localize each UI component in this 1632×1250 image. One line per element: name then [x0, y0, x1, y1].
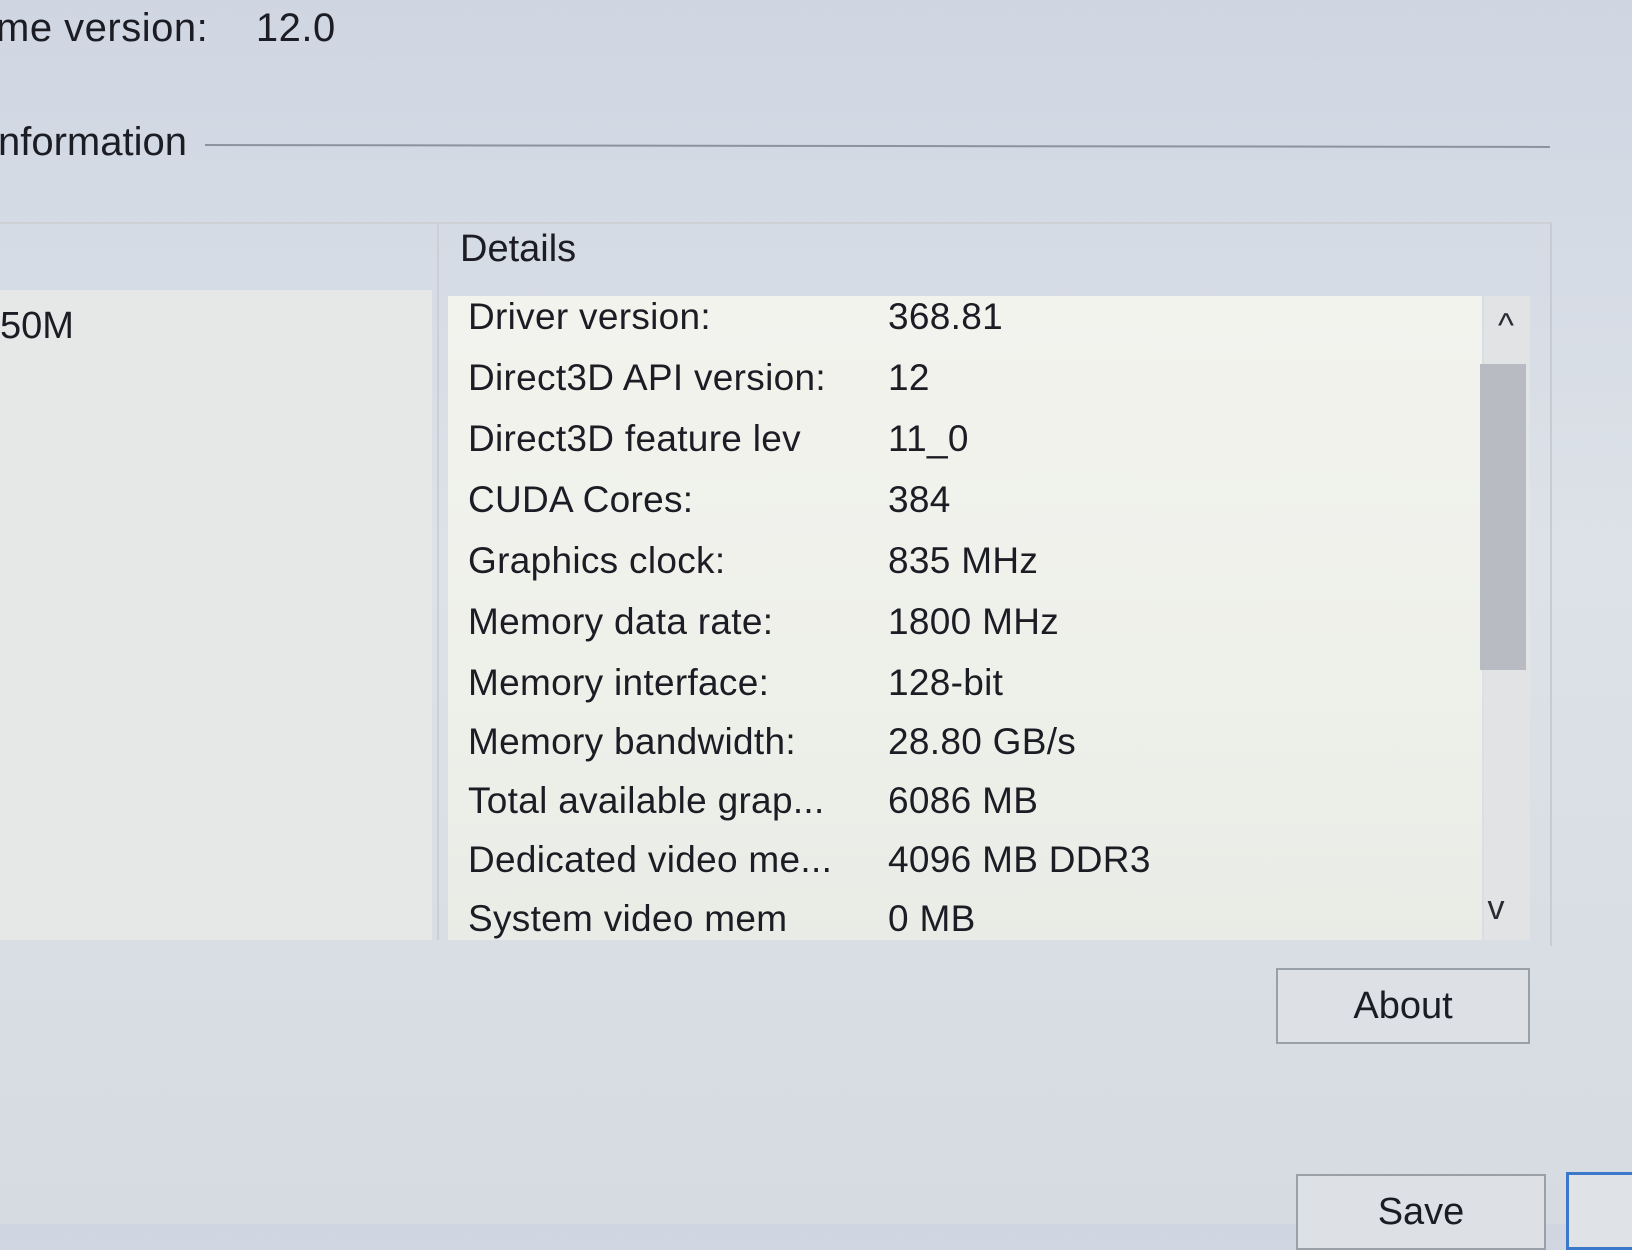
- detail-row-dedicated-video-memory: Dedicated video me... 4096 MB DDR3: [468, 839, 1468, 899]
- detail-value: 128-bit: [888, 662, 1004, 703]
- gpu-list[interactable]: [0, 290, 432, 940]
- detail-value: 6086 MB: [888, 780, 1039, 821]
- detail-value: 4096 MB DDR3: [888, 839, 1151, 880]
- detail-row-total-available-graphics-memory: Total available grap... 6086 MB: [468, 780, 1468, 840]
- detail-row-driver-version: Driver version: 368.81: [468, 296, 1468, 356]
- chevron-down-icon[interactable]: v: [1478, 888, 1514, 928]
- runtime-version-label: me version:: [0, 6, 209, 50]
- default-button[interactable]: [1566, 1172, 1632, 1250]
- detail-row-cuda-cores: CUDA Cores: 384: [468, 479, 1468, 539]
- section-title: nformation: [0, 120, 187, 164]
- detail-key: CUDA Cores:: [468, 479, 694, 520]
- detail-row-memory-interface: Memory interface: 128-bit: [468, 662, 1468, 722]
- details-header: Details: [460, 228, 577, 270]
- chevron-up-icon[interactable]: ^: [1488, 306, 1524, 346]
- detail-key: Direct3D API version:: [468, 357, 826, 398]
- detail-value: 368.81: [888, 296, 1003, 337]
- save-button[interactable]: Save: [1296, 1174, 1546, 1250]
- detail-value: 1800 MHz: [888, 601, 1060, 642]
- scrollbar-thumb[interactable]: [1480, 364, 1526, 670]
- detail-key: Memory interface:: [468, 662, 770, 703]
- section-divider: [204, 144, 1551, 148]
- detail-value: 835 MHz: [888, 540, 1039, 581]
- runtime-version: me version: 12.0: [0, 6, 336, 51]
- detail-key: Dedicated video me...: [468, 839, 833, 880]
- detail-key: Graphics clock:: [468, 540, 726, 581]
- detail-row-graphics-clock: Graphics clock: 835 MHz: [468, 540, 1468, 600]
- detail-value: 12: [888, 357, 930, 398]
- detail-row-direct3d-feature-level: Direct3D feature lev 11_0: [468, 418, 1468, 478]
- detail-row-direct3d-api-version: Direct3D API version: 12: [468, 357, 1468, 417]
- detail-key: Memory bandwidth:: [468, 721, 796, 762]
- detail-value: 0 MB: [888, 898, 976, 939]
- details-list[interactable]: Driver version: 368.81 Direct3D API vers…: [448, 296, 1482, 940]
- detail-row-memory-bandwidth: Memory bandwidth: 28.80 GB/s: [468, 721, 1468, 781]
- detail-key: Driver version:: [468, 296, 711, 337]
- detail-key: System video mem: [468, 898, 788, 939]
- detail-value: 11_0: [888, 418, 969, 459]
- detail-row-memory-data-rate: Memory data rate: 1800 MHz: [468, 601, 1468, 661]
- detail-row-system-video-memory: System video mem 0 MB: [468, 898, 1468, 940]
- about-button[interactable]: About: [1276, 968, 1530, 1044]
- detail-value: 28.80 GB/s: [888, 721, 1077, 762]
- gpu-list-item[interactable]: 50M: [0, 305, 74, 348]
- column-divider[interactable]: [437, 222, 439, 940]
- detail-key: Direct3D feature lev: [468, 418, 801, 459]
- runtime-version-value: 12.0: [255, 6, 336, 50]
- detail-key: Total available grap...: [468, 780, 825, 821]
- detail-value: 384: [888, 479, 951, 520]
- detail-key: Memory data rate:: [468, 601, 774, 642]
